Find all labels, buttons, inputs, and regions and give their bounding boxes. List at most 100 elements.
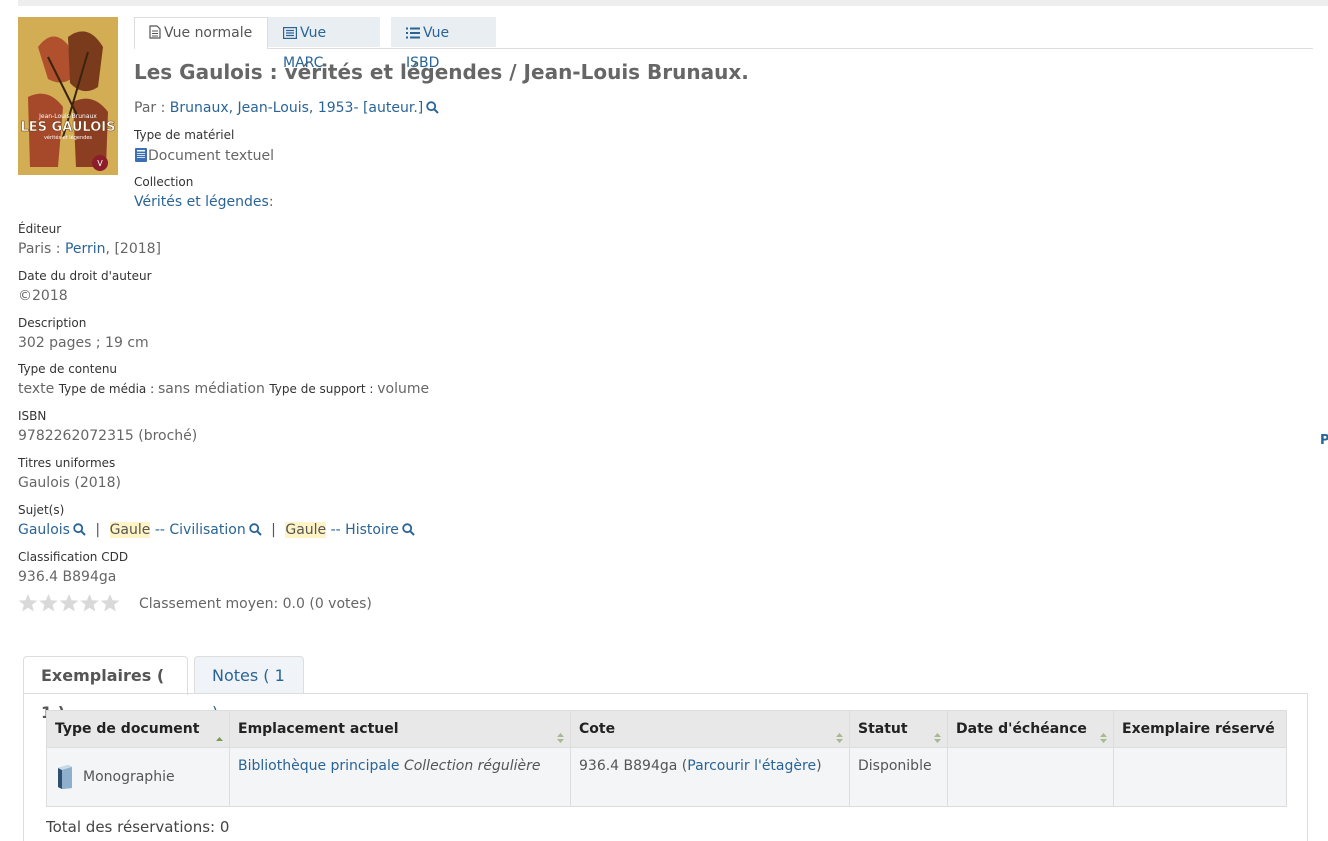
collection-link[interactable]: Vérités et légendes: [134, 194, 269, 210]
media-label: Type de média :: [58, 382, 158, 396]
subjects-label: Sujet(s): [18, 503, 65, 517]
star-rating[interactable]: [18, 593, 120, 617]
collection-value: Vérités et légendes:: [134, 194, 274, 210]
isbn-label: ISBN: [18, 409, 47, 423]
browse-shelf-link[interactable]: Parcourir l'étagère: [687, 758, 816, 774]
col-header-status[interactable]: Statut: [849, 710, 948, 748]
col-header-label: Exemplaire réservé: [1122, 721, 1275, 737]
col-header-due[interactable]: Date d'échéance: [947, 710, 1114, 748]
publisher-value: Paris : Perrin, [2018]: [18, 241, 161, 257]
document-icon: [149, 25, 161, 39]
cell-type-text: Monographie: [83, 769, 175, 785]
sort-icon: [557, 733, 564, 743]
copyright-value: ©2018: [18, 288, 68, 304]
author-prefix: Par :: [134, 100, 170, 116]
table-row: Monographie Bibliothèque principale Coll…: [46, 747, 1287, 807]
star-icon[interactable]: [18, 594, 38, 612]
collection-suffix: :: [268, 194, 274, 210]
search-icon[interactable]: [402, 523, 415, 536]
tab-holdings[interactable]: Exemplaires ( 1 ): [23, 656, 188, 722]
col-header-label: Date d'échéance: [956, 721, 1087, 737]
col-header-location[interactable]: Emplacement actuel: [229, 710, 571, 748]
subjects-line: Gaulois | Gaule -- Civilisation | Gaule …: [18, 522, 415, 538]
book-icon: [58, 765, 72, 789]
content-line: texte Type de média : sans médiation Typ…: [18, 381, 429, 397]
location-link[interactable]: Bibliothèque principale: [238, 758, 400, 774]
cell-status: Disponible: [849, 747, 948, 807]
publisher-label: Éditeur: [18, 222, 62, 236]
search-icon[interactable]: [73, 523, 86, 536]
publisher-link[interactable]: Perrin: [65, 241, 106, 257]
author-line: Par : Brunaux, Jean-Louis, 1953- [auteur…: [134, 100, 439, 116]
collection-label: Collection: [134, 175, 194, 189]
sort-icon: [836, 733, 843, 743]
sort-icon: [934, 733, 941, 743]
holdings-panel: Type de document Emplacement actuel Cote…: [23, 693, 1308, 841]
subject-link-civilisation[interactable]: Gaule -- Civilisation: [109, 522, 246, 538]
isbn-value: 9782262072315 (broché): [18, 428, 198, 444]
col-header-label: Type de document: [55, 721, 200, 737]
col-header-label: Cote: [579, 721, 616, 737]
browse-open: (: [677, 758, 688, 774]
search-icon[interactable]: [426, 101, 439, 114]
subject-highlight: Gaule: [285, 522, 327, 538]
sort-icon: [216, 737, 223, 741]
col-header-type[interactable]: Type de document: [46, 710, 230, 748]
media-value: sans médiation: [157, 381, 265, 397]
publisher-place: Paris :: [18, 241, 65, 257]
cell-type: Monographie: [46, 747, 230, 807]
list-table-icon: [283, 27, 298, 40]
description-value: 302 pages ; 19 cm: [18, 335, 149, 351]
view-tabs: Vue normale Vue MARC Vue ISBD: [134, 17, 1313, 71]
callnumber-text: 936.4 B894ga: [579, 758, 678, 774]
cell-callnumber: 936.4 B894ga (Parcourir l'étagère): [570, 747, 850, 807]
sort-icon: [1100, 733, 1107, 743]
star-icon[interactable]: [100, 594, 120, 612]
description-label: Description: [18, 316, 87, 330]
material-text: Document textuel: [148, 148, 274, 164]
star-icon[interactable]: [39, 594, 58, 612]
subject-link-histoire[interactable]: Gaule -- Histoire: [285, 522, 399, 538]
star-icon[interactable]: [59, 594, 79, 612]
svg-text:V: V: [97, 159, 103, 168]
col-header-reserved: Exemplaire réservé: [1113, 710, 1287, 748]
carrier-label: Type de support :: [269, 382, 378, 396]
copyright-label: Date du droit d'auteur: [18, 269, 152, 283]
search-icon[interactable]: [249, 523, 262, 536]
star-icon[interactable]: [80, 594, 99, 612]
content-value: texte: [18, 381, 55, 397]
author-link[interactable]: Brunaux, Jean-Louis, 1953- [auteur.]: [170, 100, 423, 116]
subject-rest: -- Civilisation: [150, 522, 246, 538]
tab-isbd-view[interactable]: Vue ISBD: [391, 17, 496, 71]
subject-highlight: Gaule: [109, 522, 151, 538]
tab-notes[interactable]: Notes ( 1 ): [194, 656, 304, 722]
book-icon: [135, 148, 147, 162]
col-header-label: Emplacement actuel: [238, 721, 399, 737]
cover-image[interactable]: V Jean-Louis Brunaux LES GAULOIS vérités…: [18, 17, 118, 175]
cell-reserved: [1113, 747, 1287, 807]
cdd-label: Classification CDD: [18, 550, 129, 564]
publisher-date: , [2018]: [105, 241, 161, 257]
rating-text: Classement moyen: 0.0 (0 votes): [139, 596, 372, 612]
uniform-label: Titres uniformes: [18, 456, 116, 470]
edge-letter[interactable]: P: [1320, 433, 1328, 448]
subject-separator: |: [95, 522, 101, 538]
cell-due: [947, 747, 1114, 807]
tab-normal-view[interactable]: Vue normale: [134, 17, 268, 49]
uniform-value: Gaulois (2018): [18, 475, 121, 491]
reservations-total: Total des réservations: 0: [46, 818, 230, 836]
subject-rest: -- Histoire: [326, 522, 399, 538]
list-icon: [406, 27, 420, 39]
subject-link-gaulois[interactable]: Gaulois: [18, 522, 70, 538]
tab-normal-view-label: Vue normale: [164, 25, 253, 41]
material-label: Type de matériel: [134, 128, 235, 142]
material-value: Document textuel: [134, 147, 274, 164]
tab-marc-view[interactable]: Vue MARC: [268, 17, 380, 71]
top-bar: [18, 0, 1328, 6]
stars-svg: [18, 594, 120, 612]
cdd-value: 936.4 B894ga: [18, 569, 117, 585]
holdings-table: Type de document Emplacement actuel Cote…: [46, 710, 1287, 807]
col-header-callnumber[interactable]: Cote: [570, 710, 850, 748]
cover-subtitle: vérités et légendes: [44, 134, 92, 141]
cover-art: V Jean-Louis Brunaux LES GAULOIS vérités…: [18, 17, 118, 175]
